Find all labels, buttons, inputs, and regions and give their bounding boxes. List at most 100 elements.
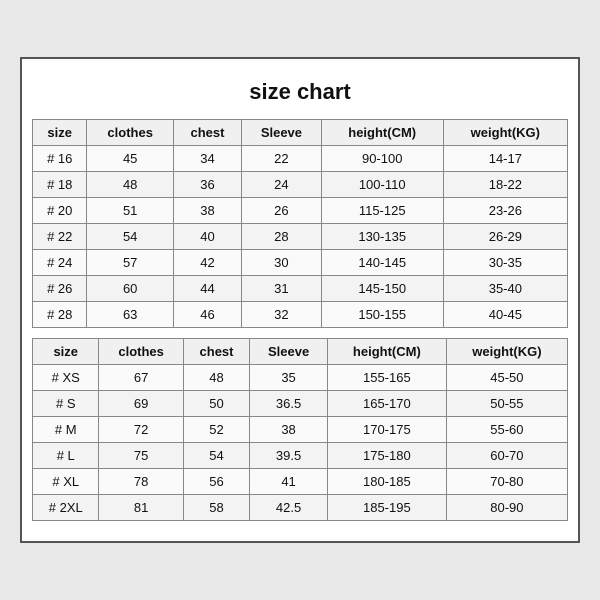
table-cell: # 16 — [33, 146, 87, 172]
table-cell: 63 — [87, 302, 173, 328]
table-cell: 14-17 — [443, 146, 567, 172]
size-table-adult: sizeclotheschestSleeveheight(CM)weight(K… — [32, 338, 568, 521]
table1-header-cell: clothes — [87, 120, 173, 146]
table-cell: 115-125 — [321, 198, 443, 224]
table1-header-cell: chest — [173, 120, 241, 146]
size-chart-container: size chart sizeclotheschestSleeveheight(… — [20, 57, 580, 543]
table-cell: 69 — [99, 391, 183, 417]
table-cell: 45-50 — [446, 365, 567, 391]
table1-header-cell: weight(KG) — [443, 120, 567, 146]
table-cell: 26 — [242, 198, 322, 224]
table-row: # 26604431145-15035-40 — [33, 276, 568, 302]
table-cell: 140-145 — [321, 250, 443, 276]
table-row: # M725238170-17555-60 — [33, 417, 568, 443]
table-cell: 150-155 — [321, 302, 443, 328]
table-row: # 2XL815842.5185-19580-90 — [33, 495, 568, 521]
table-cell: 78 — [99, 469, 183, 495]
table-cell: 50 — [183, 391, 249, 417]
table-cell: 54 — [183, 443, 249, 469]
table2-header-row: sizeclotheschestSleeveheight(CM)weight(K… — [33, 339, 568, 365]
table-cell: 34 — [173, 146, 241, 172]
table-cell: 51 — [87, 198, 173, 224]
table-cell: 145-150 — [321, 276, 443, 302]
table-cell: 100-110 — [321, 172, 443, 198]
table-cell: 81 — [99, 495, 183, 521]
table-cell: 30 — [242, 250, 322, 276]
table-cell: 58 — [183, 495, 249, 521]
table-cell: # M — [33, 417, 99, 443]
table-cell: 35 — [250, 365, 328, 391]
table-cell: 185-195 — [327, 495, 446, 521]
table-cell: 24 — [242, 172, 322, 198]
table-cell: # 28 — [33, 302, 87, 328]
table-cell: # 22 — [33, 224, 87, 250]
table-cell: 38 — [173, 198, 241, 224]
table-cell: 165-170 — [327, 391, 446, 417]
table-cell: # 2XL — [33, 495, 99, 521]
table-row: # 18483624100-11018-22 — [33, 172, 568, 198]
table-cell: 45 — [87, 146, 173, 172]
table-cell: # 24 — [33, 250, 87, 276]
table-cell: 32 — [242, 302, 322, 328]
table-cell: # 26 — [33, 276, 87, 302]
table-cell: 52 — [183, 417, 249, 443]
table-cell: # XL — [33, 469, 99, 495]
table-cell: 60 — [87, 276, 173, 302]
table-cell: 40 — [173, 224, 241, 250]
table-cell: 56 — [183, 469, 249, 495]
table-cell: 39.5 — [250, 443, 328, 469]
table-row: # 1645342290-10014-17 — [33, 146, 568, 172]
table-cell: 40-45 — [443, 302, 567, 328]
table-cell: 42.5 — [250, 495, 328, 521]
table-cell: 72 — [99, 417, 183, 443]
table-cell: 22 — [242, 146, 322, 172]
table-cell: 30-35 — [443, 250, 567, 276]
size-table-children: sizeclotheschestSleeveheight(CM)weight(K… — [32, 119, 568, 328]
table-cell: # XS — [33, 365, 99, 391]
chart-title: size chart — [32, 69, 568, 119]
table-cell: 80-90 — [446, 495, 567, 521]
table-cell: 18-22 — [443, 172, 567, 198]
table-cell: 170-175 — [327, 417, 446, 443]
table-cell: 35-40 — [443, 276, 567, 302]
table-cell: 155-165 — [327, 365, 446, 391]
table-cell: 50-55 — [446, 391, 567, 417]
table-cell: 48 — [183, 365, 249, 391]
table-cell: 36 — [173, 172, 241, 198]
table1-header-cell: size — [33, 120, 87, 146]
table2-header-cell: height(CM) — [327, 339, 446, 365]
table-cell: 130-135 — [321, 224, 443, 250]
table-cell: 46 — [173, 302, 241, 328]
table2-header-cell: size — [33, 339, 99, 365]
table1-header-row: sizeclotheschestSleeveheight(CM)weight(K… — [33, 120, 568, 146]
table-cell: 26-29 — [443, 224, 567, 250]
table2-header-cell: chest — [183, 339, 249, 365]
table-cell: 175-180 — [327, 443, 446, 469]
table-cell: 42 — [173, 250, 241, 276]
table-cell: 70-80 — [446, 469, 567, 495]
table-cell: 75 — [99, 443, 183, 469]
table-cell: 31 — [242, 276, 322, 302]
table-cell: 44 — [173, 276, 241, 302]
table-cell: 36.5 — [250, 391, 328, 417]
table-cell: 23-26 — [443, 198, 567, 224]
table2-header-cell: Sleeve — [250, 339, 328, 365]
table-row: # L755439.5175-18060-70 — [33, 443, 568, 469]
table-cell: 41 — [250, 469, 328, 495]
table-row: # 28634632150-15540-45 — [33, 302, 568, 328]
table-cell: 28 — [242, 224, 322, 250]
table-cell: 55-60 — [446, 417, 567, 443]
table-cell: 67 — [99, 365, 183, 391]
table-row: # 20513826115-12523-26 — [33, 198, 568, 224]
table-cell: # L — [33, 443, 99, 469]
table-row: # XL785641180-18570-80 — [33, 469, 568, 495]
table-cell: 48 — [87, 172, 173, 198]
table1-header-cell: height(CM) — [321, 120, 443, 146]
table-cell: 180-185 — [327, 469, 446, 495]
table2-header-cell: clothes — [99, 339, 183, 365]
table-row: # S695036.5165-17050-55 — [33, 391, 568, 417]
table-row: # XS674835155-16545-50 — [33, 365, 568, 391]
table-cell: 90-100 — [321, 146, 443, 172]
table1-header-cell: Sleeve — [242, 120, 322, 146]
table-row: # 22544028130-13526-29 — [33, 224, 568, 250]
